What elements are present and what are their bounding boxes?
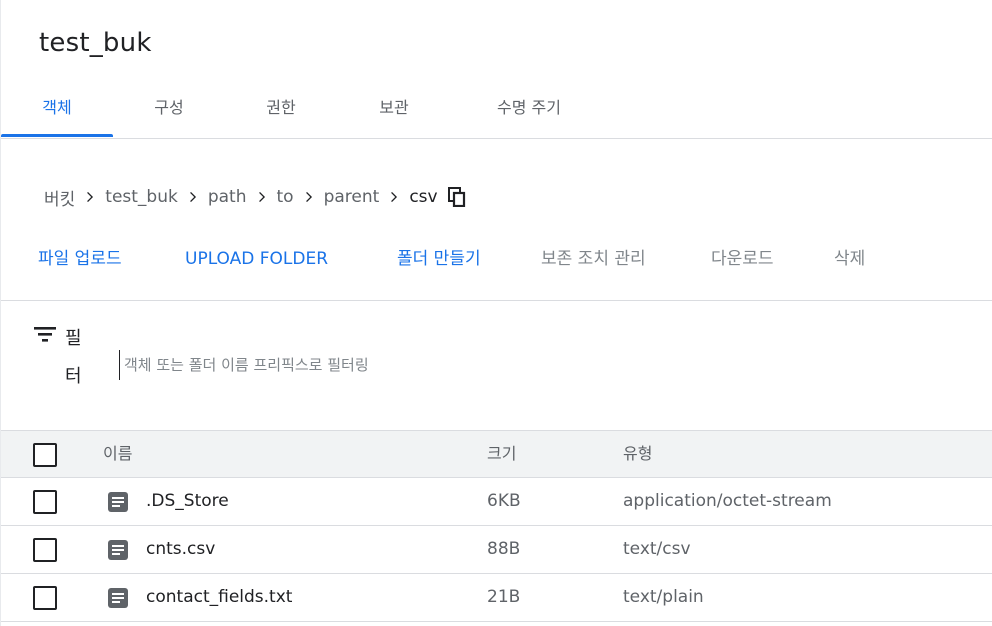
column-header-name[interactable]: 이름 xyxy=(103,431,132,477)
copy-icon[interactable] xyxy=(446,184,468,210)
tab-protection[interactable]: 보관 xyxy=(352,88,436,138)
file-name-link[interactable]: cnts.csv xyxy=(146,526,215,572)
create-folder-button[interactable]: 폴더 만들기 xyxy=(397,240,481,278)
divider xyxy=(1,300,992,301)
table-row: .DS_Store 6KB application/octet-stream xyxy=(1,478,992,526)
active-tab-indicator xyxy=(1,134,113,137)
manage-holds-button[interactable]: 보존 조치 관리 xyxy=(541,240,646,278)
file-icon xyxy=(108,540,128,560)
filter-input[interactable] xyxy=(119,350,539,380)
file-size: 21B xyxy=(487,587,521,607)
breadcrumb: 버킷 test_buk path to parent csv xyxy=(44,184,468,210)
file-size: 88B xyxy=(487,539,521,559)
tab-configuration[interactable]: 구성 xyxy=(127,88,211,138)
tab-objects[interactable]: 객체 xyxy=(1,88,113,138)
breadcrumb-item-bucket[interactable]: test_buk xyxy=(105,187,178,207)
file-type: text/plain xyxy=(623,587,704,607)
breadcrumb-item-path[interactable]: path xyxy=(208,187,247,207)
filter-icon[interactable] xyxy=(33,322,57,346)
row-checkbox[interactable] xyxy=(33,586,57,610)
file-icon xyxy=(108,588,128,608)
column-header-type[interactable]: 유형 xyxy=(623,431,652,477)
bucket-details-page: test_buk 객체 구성 권한 보관 수명 주기 버킷 test_buk p… xyxy=(0,0,992,626)
file-name-link[interactable]: contact_fields.txt xyxy=(146,574,292,620)
upload-files-button[interactable]: 파일 업로드 xyxy=(38,240,122,278)
upload-folder-button[interactable]: UPLOAD FOLDER xyxy=(185,240,328,278)
chevron-right-icon xyxy=(178,184,208,210)
table-row: cnts.csv 88B text/csv xyxy=(1,526,992,574)
file-type: application/octet-stream xyxy=(623,491,832,511)
tab-bar: 객체 구성 권한 보관 수명 주기 xyxy=(1,88,992,139)
tab-lifecycle[interactable]: 수명 주기 xyxy=(479,88,579,138)
column-header-size[interactable]: 크기 xyxy=(487,431,516,477)
file-name-link[interactable]: .DS_Store xyxy=(146,478,229,524)
chevron-right-icon xyxy=(75,184,105,210)
delete-button[interactable]: 삭제 xyxy=(834,240,865,278)
breadcrumb-current: csv xyxy=(409,187,438,207)
filter-label: 필터 xyxy=(65,328,82,387)
file-icon xyxy=(108,492,128,512)
page-title: test_buk xyxy=(39,28,152,58)
chevron-right-icon xyxy=(379,184,409,210)
download-button[interactable]: 다운로드 xyxy=(711,240,774,278)
breadcrumb-item-to[interactable]: to xyxy=(277,187,294,207)
breadcrumb-item-parent[interactable]: parent xyxy=(324,187,380,207)
chevron-right-icon xyxy=(247,184,277,210)
breadcrumb-item-buckets[interactable]: 버킷 xyxy=(44,185,75,210)
table-row: contact_fields.txt 21B text/plain xyxy=(1,574,992,622)
file-size: 6KB xyxy=(487,491,521,511)
chevron-right-icon xyxy=(294,184,324,210)
table-header: 이름 크기 유형 xyxy=(1,430,992,478)
select-all-checkbox[interactable] xyxy=(33,443,57,467)
row-checkbox[interactable] xyxy=(33,490,57,514)
row-checkbox[interactable] xyxy=(33,538,57,562)
file-type: text/csv xyxy=(623,539,691,559)
action-bar: 파일 업로드 UPLOAD FOLDER 폴더 만들기 보존 조치 관리 다운로… xyxy=(1,240,992,280)
tab-permissions[interactable]: 권한 xyxy=(239,88,323,138)
